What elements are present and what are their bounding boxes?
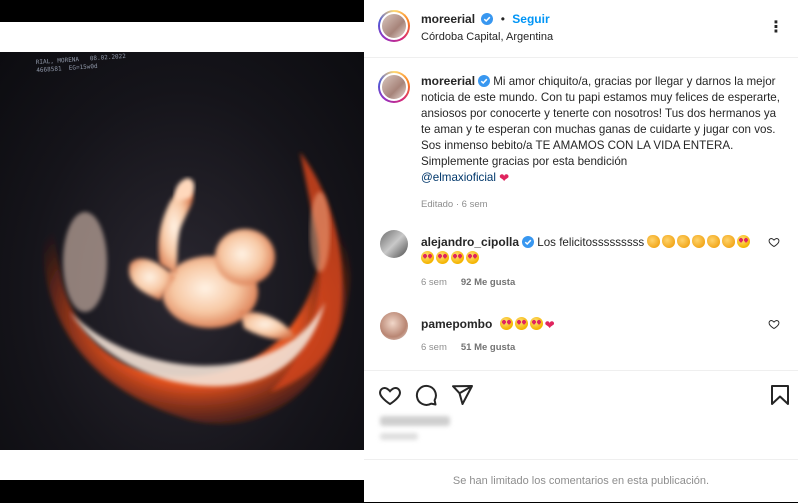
caption-username[interactable]: moreerial (421, 74, 475, 88)
ultrasound-3d-render (43, 152, 351, 424)
post-location[interactable]: Córdoba Capital, Argentina (421, 31, 553, 43)
post-modal: RIAL, MORENA 08.02.2022 4668581 EG=15w0d (0, 0, 798, 502)
dot-separator: • (500, 12, 505, 26)
heart-eyes-emoji (514, 317, 528, 330)
media-frame: RIAL, MORENA 08.02.2022 4668581 EG=15w0d (0, 22, 364, 480)
comment-like-icon[interactable] (768, 236, 780, 248)
comment-time: 6 sem (421, 342, 447, 353)
caption-text: moreerial Mi amor chiquito/a, gracias po… (421, 73, 781, 186)
clap-emoji (647, 235, 661, 248)
heart-eyes-emoji (451, 251, 464, 264)
author-username[interactable]: moreerial (421, 12, 475, 26)
ultrasound-image[interactable]: RIAL, MORENA 08.02.2022 4668581 EG=15w0d (0, 52, 364, 450)
comment-meta: 6 sem 51 Me gusta (421, 342, 515, 353)
share-icon[interactable] (450, 383, 474, 407)
comment-emojis: ❤ (499, 317, 555, 332)
comments-limited-notice: Se han limitado los comentarios en esta … (364, 459, 798, 502)
clap-emoji (692, 235, 706, 248)
heart-eyes-emoji (529, 317, 543, 330)
caption-body: Mi amor chiquito/a, gracias por llegar y… (421, 75, 780, 168)
red-heart-emoji: ❤ (499, 171, 510, 185)
comment-likes[interactable]: 92 Me gusta (461, 277, 515, 288)
heart-eyes-emoji (466, 251, 479, 264)
commenter-username[interactable]: pamepombo (421, 317, 492, 331)
comment-meta: 6 sem 92 Me gusta (421, 277, 515, 288)
caption-mention-link[interactable]: @elmaxioficial (421, 171, 496, 184)
comment-text: pamepombo ❤ (421, 316, 761, 333)
post-header: moreerial • Seguir Córdoba Capital, Arge… (364, 0, 798, 58)
more-options-icon[interactable]: ⋮ (766, 18, 786, 38)
heart-eyes-emoji (737, 235, 751, 248)
comment-icon[interactable] (414, 383, 438, 407)
post-details-panel: moreerial • Seguir Córdoba Capital, Arge… (364, 0, 798, 502)
commenter-avatar[interactable] (380, 230, 408, 258)
heart-eyes-emoji (436, 251, 449, 264)
clap-emoji (662, 235, 676, 248)
heart-eyes-emoji (421, 251, 434, 264)
save-bookmark-icon[interactable] (768, 383, 792, 407)
post-media-panel: RIAL, MORENA 08.02.2022 4668581 EG=15w0d (0, 0, 364, 502)
follow-button[interactable]: Seguir (512, 12, 549, 26)
caption-edited-time: Editado · 6 sem (421, 199, 488, 210)
post-action-bar (364, 370, 798, 416)
heart-eyes-emoji (499, 317, 513, 330)
clap-emoji (677, 235, 691, 248)
likes-count-blurred (380, 416, 450, 426)
comment-body: Los felicitosssssssss (537, 236, 645, 249)
commenter-avatar[interactable] (380, 312, 408, 340)
comment-like-icon[interactable] (768, 318, 780, 330)
like-heart-icon[interactable] (378, 383, 402, 407)
comment-text: alejandro_cipolla Los felicitosssssssss (421, 234, 761, 267)
verified-badge-icon (478, 75, 491, 87)
comment-likes[interactable]: 51 Me gusta (461, 342, 515, 353)
verified-badge-icon (481, 13, 494, 25)
post-date-blurred (380, 433, 418, 440)
clap-emoji (707, 235, 721, 248)
comment-time: 6 sem (421, 277, 447, 288)
verified-badge-icon (522, 236, 535, 248)
comments-area: moreerial Mi amor chiquito/a, gracias po… (364, 59, 798, 379)
caption-author-avatar[interactable] (378, 71, 410, 103)
clap-emoji (722, 235, 736, 248)
author-avatar[interactable] (378, 10, 410, 42)
commenter-username[interactable]: alejandro_cipolla (421, 235, 519, 249)
header-author-line: moreerial • Seguir (421, 12, 550, 26)
red-heart-emoji: ❤ (544, 318, 555, 332)
